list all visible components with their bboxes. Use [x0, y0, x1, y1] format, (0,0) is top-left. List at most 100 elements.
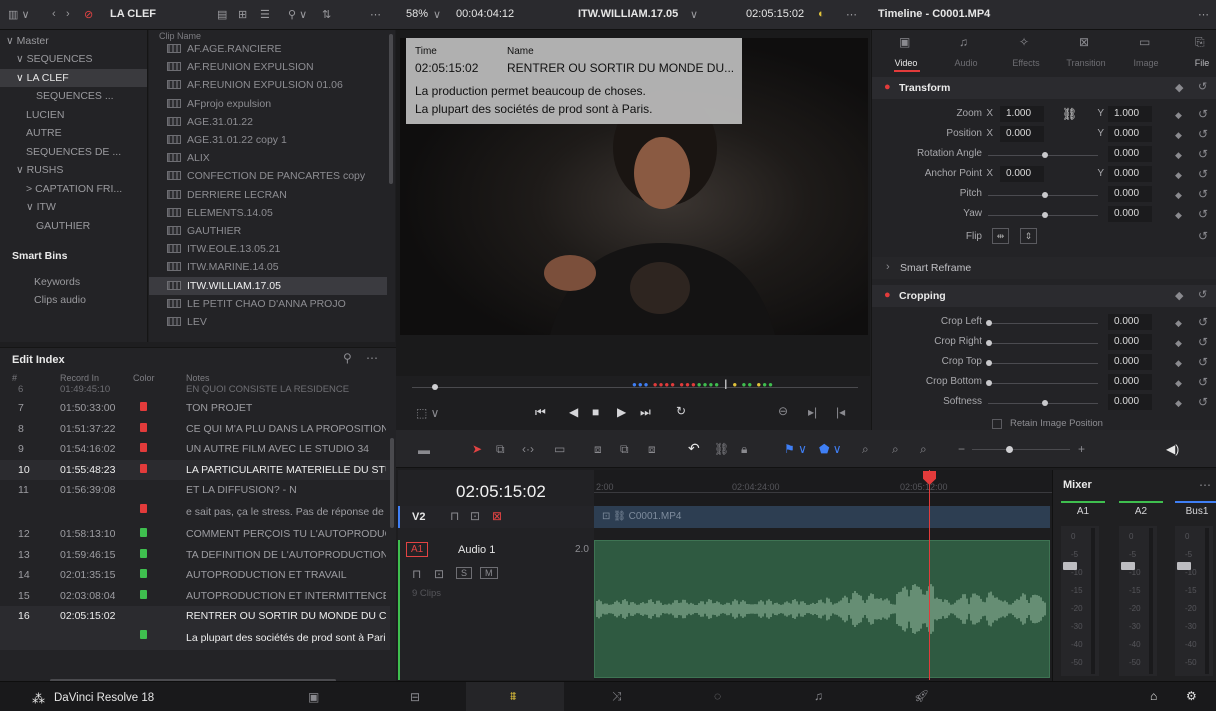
- table-row[interactable]: 6 01:49:45:10 EN QUOI CONSISTE LA RESIDE…: [0, 384, 390, 394]
- nav-forward-icon[interactable]: ›: [66, 8, 70, 20]
- bin-item[interactable]: ∨ RUSHS: [0, 161, 147, 179]
- timeline-ruler[interactable]: 2:00 02:04:24:00 02:05:12:00: [594, 470, 1052, 506]
- solo-button[interactable]: S: [456, 567, 473, 579]
- clip-dropdown-icon[interactable]: ∨: [690, 8, 698, 21]
- table-row[interactable]: 10 01:55:48:23 LA PARTICULARITE MATERIELLE…: [0, 459, 390, 480]
- inspector-more-icon[interactable]: ⋯: [1198, 8, 1209, 21]
- bin-item[interactable]: SEQUENCES DE ...: [0, 143, 147, 161]
- edit-index-scrollbar[interactable]: [390, 438, 394, 528]
- table-row[interactable]: 15 02:03:08:04 AUTOPRODUCTION ET INTERMITT…: [0, 586, 390, 607]
- fader-knob[interactable]: [1177, 562, 1191, 570]
- tab-effects[interactable]: Effects: [996, 58, 1056, 68]
- viewer-mode-icon[interactable]: ⬚ ∨: [416, 407, 439, 419]
- play-reverse-icon[interactable]: ◀: [569, 406, 578, 418]
- marker-icon[interactable]: ⬟ ∨: [819, 443, 842, 455]
- table-row[interactable]: 9 01:54:16:02 UN AUTRE FILM AVEC LE STUDIO…: [0, 439, 390, 460]
- slider-knob[interactable]: [986, 320, 992, 326]
- keyframe-icon[interactable]: ◆: [1175, 81, 1183, 94]
- snapping-icon[interactable]: ↶: [688, 441, 700, 455]
- a1-track-label[interactable]: A1: [406, 542, 429, 557]
- overwrite-clip-icon[interactable]: ⧉: [620, 443, 629, 455]
- match-frame-icon[interactable]: ⊖: [778, 405, 788, 417]
- trim-tool-icon[interactable]: ⧉: [496, 443, 505, 455]
- slider-knob[interactable]: [986, 380, 992, 386]
- media-page-icon[interactable]: ▣: [308, 691, 319, 703]
- clip-item[interactable]: ITW.WILLIAM.17.05: [149, 276, 387, 295]
- reset-icon[interactable]: ↺: [1198, 148, 1208, 160]
- y-value-field[interactable]: 0.000: [1108, 166, 1152, 182]
- reset-icon[interactable]: ↺: [1198, 128, 1208, 140]
- tab-file[interactable]: File: [1172, 58, 1216, 68]
- zoom-in-icon[interactable]: +: [1078, 443, 1085, 455]
- nav-back-icon[interactable]: ‹: [52, 8, 56, 20]
- disable-track-icon[interactable]: ⊠: [492, 510, 502, 522]
- tab-image[interactable]: Image: [1116, 58, 1176, 68]
- viewer-more-icon[interactable]: ⋯: [846, 8, 857, 21]
- keyframe-icon[interactable]: ◆: [1175, 377, 1182, 389]
- param-value-field[interactable]: 0.000: [1108, 146, 1152, 162]
- x-value-field[interactable]: 1.000: [1000, 106, 1044, 122]
- slider-knob[interactable]: [986, 360, 992, 366]
- clip-item[interactable]: LE PETIT CHAO D'ANNA PROJO: [149, 295, 387, 313]
- fusion-page-icon[interactable]: ⤨: [612, 690, 622, 702]
- clip-item[interactable]: ITW.EOLE.13.05.21: [149, 240, 387, 258]
- slider-knob[interactable]: [1042, 192, 1048, 198]
- table-row[interactable]: 12 01:58:13:10 COMMENT PERÇOIS TU L'AUTOPR…: [0, 524, 390, 545]
- tab-audio[interactable]: Audio: [936, 58, 996, 68]
- clip-item[interactable]: AGE.31.01.22 copy 1: [149, 131, 387, 149]
- sort-icon[interactable]: ⇅: [322, 8, 331, 21]
- lock-icon[interactable]: ⊓: [450, 510, 459, 522]
- y-value-field[interactable]: 1.000: [1108, 106, 1152, 122]
- x-value-field[interactable]: 0.000: [1000, 126, 1044, 142]
- param-value-field[interactable]: 0.000: [1108, 394, 1152, 410]
- dynamic-trim-icon[interactable]: ‹·›: [522, 443, 534, 455]
- keyframe-icon[interactable]: ◆: [1175, 289, 1183, 302]
- home-icon[interactable]: ⌂: [1150, 690, 1157, 702]
- view-thumbnail-icon[interactable]: ▤: [217, 8, 227, 21]
- more-options-icon[interactable]: ⋯: [370, 8, 381, 21]
- flip-horizontal-icon[interactable]: ⇹: [992, 228, 1009, 244]
- table-row[interactable]: 8 01:51:37:22 CE QUI M'A PLU DANS LA PROPO…: [0, 419, 390, 440]
- layout-icon[interactable]: ▬: [418, 444, 430, 456]
- keyframe-icon[interactable]: ◆: [1175, 169, 1182, 181]
- slider-knob[interactable]: [986, 340, 992, 346]
- link-icon[interactable]: ⛓: [1062, 108, 1077, 120]
- color-wheel-icon[interactable]: ◐: [818, 8, 825, 20]
- param-slider[interactable]: [988, 323, 1098, 324]
- bin-item[interactable]: ∨ ITW: [0, 198, 147, 216]
- color-page-icon[interactable]: ◌: [714, 690, 721, 702]
- audio-clip[interactable]: [594, 540, 1050, 678]
- clip-item[interactable]: ITW.MARINE.14.05: [149, 258, 387, 276]
- view-grid-icon[interactable]: ⊞: [238, 8, 247, 21]
- reset-icon[interactable]: ↺: [1198, 336, 1208, 348]
- reset-icon[interactable]: ↺: [1198, 396, 1208, 408]
- keyframe-icon[interactable]: ◆: [1175, 109, 1182, 121]
- reset-icon[interactable]: ↺: [1198, 376, 1208, 388]
- zoom-custom-icon[interactable]: ⌕: [920, 443, 927, 455]
- fader-knob[interactable]: [1063, 562, 1077, 570]
- keyframe-icon[interactable]: ◆: [1175, 337, 1182, 349]
- dropdown-icon[interactable]: ∨: [433, 8, 441, 21]
- keyframe-icon[interactable]: ◆: [1175, 317, 1182, 329]
- edit-page-tab[interactable]: ⩩: [466, 682, 564, 711]
- retain-checkbox[interactable]: [992, 419, 1002, 429]
- bin-item[interactable]: ∨ SEQUENCES: [0, 50, 147, 68]
- insert-clip-icon[interactable]: ⧈: [594, 443, 602, 455]
- zoom-slider[interactable]: [972, 449, 1070, 450]
- reset-icon[interactable]: ↺: [1198, 208, 1208, 220]
- prev-edit-icon[interactable]: |◂: [836, 406, 845, 418]
- param-slider[interactable]: [988, 383, 1098, 384]
- smart-bin-clips-audio[interactable]: Clips audio: [34, 291, 86, 309]
- cropping-section-header[interactable]: ● Cropping ◆ ↺: [872, 285, 1216, 307]
- table-row[interactable]: 14 02:01:35:15 AUTOPRODUCTION ET TRAVAIL: [0, 565, 390, 586]
- reset-icon[interactable]: ↺: [1198, 316, 1208, 328]
- play-icon[interactable]: ▶: [617, 406, 626, 418]
- param-value-field[interactable]: 0.000: [1108, 374, 1152, 390]
- smart-reframe-header[interactable]: › Smart Reframe: [872, 257, 1216, 279]
- link-icon[interactable]: ⛓: [714, 443, 729, 455]
- loop-icon[interactable]: ↻: [676, 405, 686, 417]
- scrub-playhead[interactable]: [432, 384, 438, 390]
- auto-select-icon[interactable]: ⊡: [434, 568, 444, 580]
- auto-select-icon[interactable]: ⊡: [470, 510, 480, 522]
- enable-dot-icon[interactable]: ●: [884, 81, 891, 93]
